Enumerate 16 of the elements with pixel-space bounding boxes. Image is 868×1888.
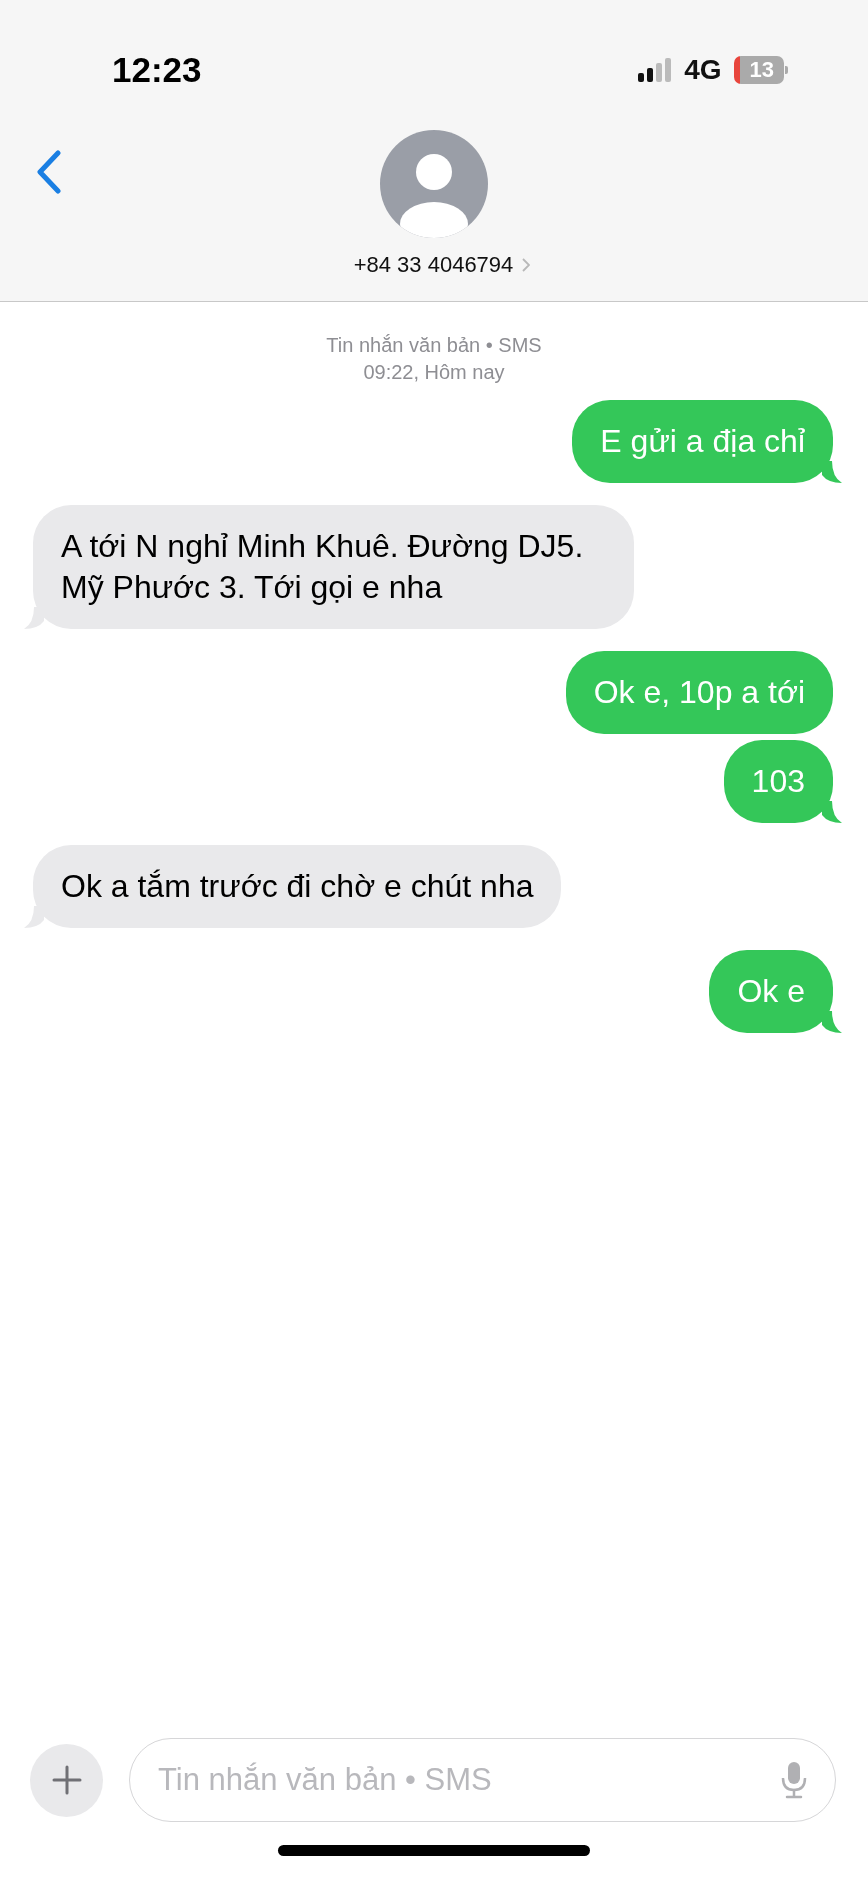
timestamp: 09:22, Hôm nay <box>363 360 505 385</box>
chevron-icon <box>522 258 531 272</box>
message-field[interactable]: Tin nhắn văn bản • SMS <box>129 1738 836 1822</box>
bubble-tail <box>822 1011 842 1033</box>
service-label: Tin nhắn văn bản • SMS <box>326 333 542 358</box>
microphone-icon[interactable] <box>780 1761 808 1799</box>
avatar-icon[interactable] <box>380 130 488 238</box>
contact-name-link[interactable]: +84 33 4046794 <box>337 252 531 278</box>
bubble-tail <box>822 801 842 823</box>
back-icon[interactable] <box>36 150 62 194</box>
signal-icon <box>638 58 673 82</box>
bubble-tail <box>822 461 842 483</box>
network-type: 4G <box>684 54 722 86</box>
sent-message-bubble: Ok e, 10p a tới <box>565 651 833 734</box>
plus-icon <box>51 1765 82 1795</box>
status-time: 12:23 <box>112 50 202 90</box>
